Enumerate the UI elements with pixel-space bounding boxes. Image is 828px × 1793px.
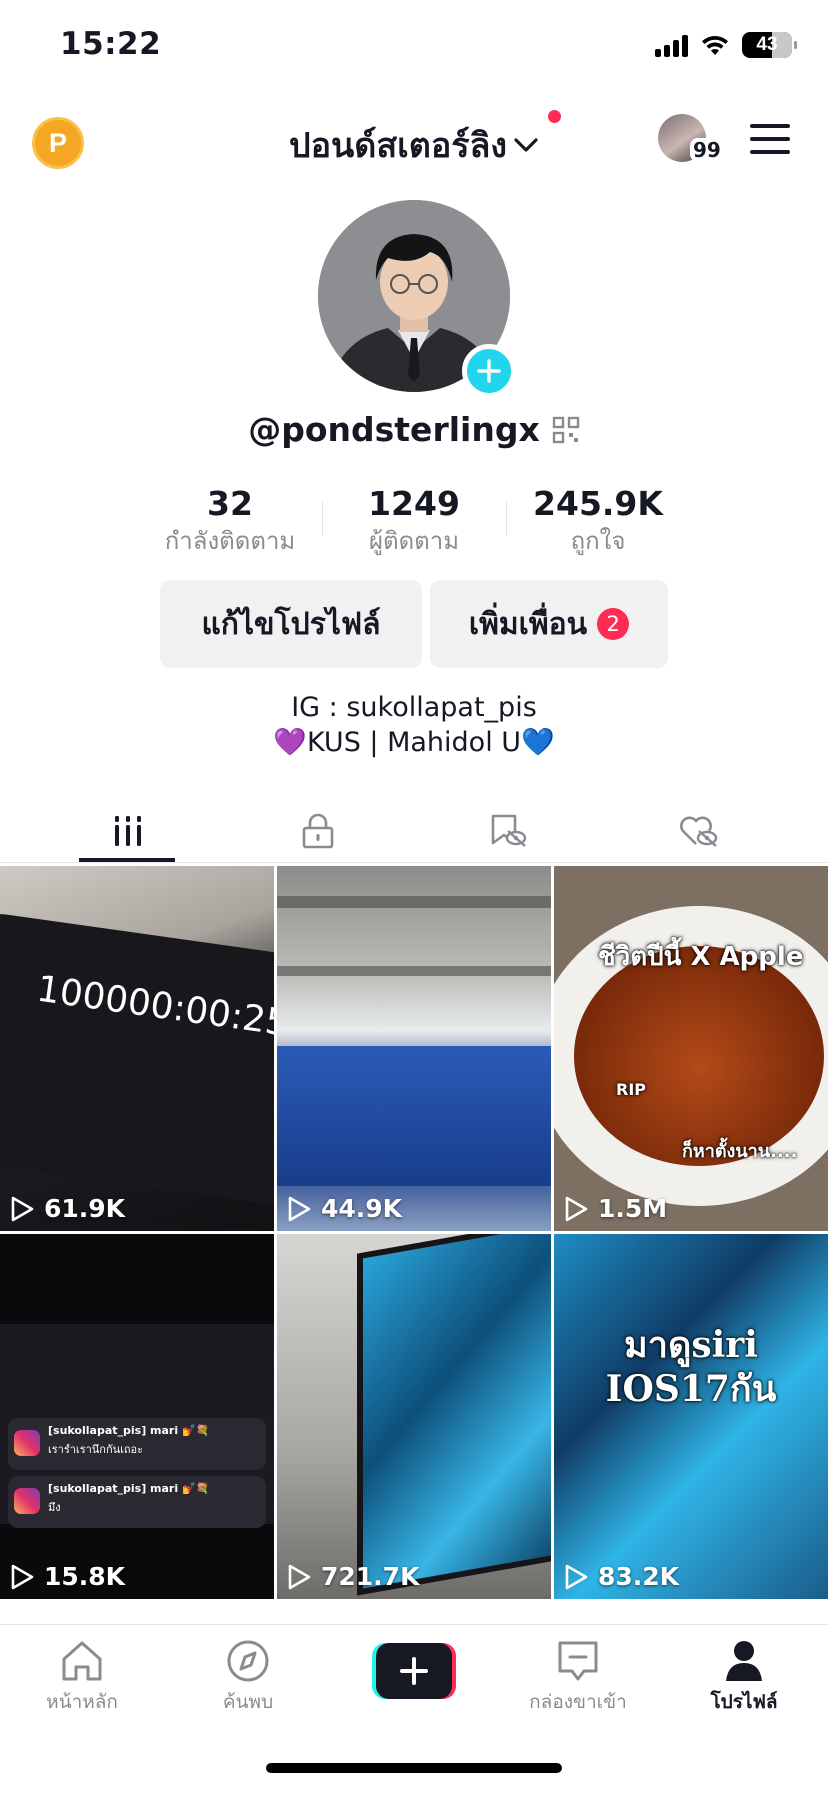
private-lock-icon [302, 813, 333, 849]
profile-person-icon [726, 1641, 762, 1681]
liked-heart-icon [679, 816, 717, 847]
video-views: 83.2K [564, 1562, 679, 1591]
status-time: 15:22 [60, 26, 162, 62]
tab-videos[interactable] [80, 800, 175, 862]
wifi-icon [702, 35, 728, 55]
video-views: 721.7K [287, 1562, 419, 1591]
video-views: 15.8K [10, 1562, 125, 1591]
page-title: ปอนด์สเตอร์ลิง [289, 126, 507, 166]
nav-profile[interactable]: โปรไฟล์ [674, 1639, 814, 1717]
video-overlay-text: [sukollapat_pis] mari 💅💐 [48, 1482, 210, 1495]
qr-code-icon[interactable] [552, 416, 580, 444]
video-views-count: 15.8K [44, 1562, 126, 1591]
nav-discover-label: ค้นพบ [222, 1691, 274, 1713]
likes-label: ถูกใจ [570, 527, 626, 555]
tab-saved[interactable] [460, 800, 555, 862]
bio-line-2: 💜KUS | Mahidol U💙 [273, 727, 555, 758]
play-icon [288, 1564, 311, 1589]
video-overlay-text: IOS17กัน [605, 1368, 777, 1410]
home-icon [62, 1641, 102, 1681]
videos-grid-icon [114, 816, 141, 846]
chevron-down-icon [514, 138, 538, 152]
username-handle: @pondsterlingx [248, 410, 540, 449]
video-overlay-text: ก็หาตั้งนาน.... [682, 1141, 798, 1162]
add-friends-label: เพิ่มเพื่อน [468, 606, 588, 642]
create-button[interactable] [372, 1643, 456, 1699]
status-icons: 43 [655, 32, 797, 58]
video-views-count: 721.7K [321, 1562, 420, 1591]
nav-profile-label: โปรไฟล์ [710, 1691, 778, 1713]
nav-home[interactable]: หน้าหลัก [12, 1639, 152, 1717]
video-tile[interactable]: 721.7K [277, 1234, 551, 1599]
add-friends-button[interactable]: เพิ่มเพื่อน 2 [430, 580, 668, 668]
play-icon [11, 1196, 34, 1221]
video-overlay-text: มึง [48, 1501, 61, 1514]
video-views: 44.9K [287, 1194, 402, 1223]
video-tile[interactable]: 100000:00:25 61.9K [0, 866, 274, 1231]
home-indicator [266, 1763, 562, 1773]
tab-divider [0, 862, 828, 863]
tab-liked[interactable] [650, 800, 745, 862]
video-tile[interactable]: มาดูsiri IOS17กัน 83.2K [554, 1234, 828, 1599]
plus-icon [477, 359, 501, 383]
menu-icon[interactable] [750, 124, 790, 154]
video-views: 1.5M [564, 1194, 667, 1223]
bio-line-1: IG : sukollapat_pis [291, 692, 537, 723]
edit-profile-label: แก้ไขโปรไฟล์ [201, 606, 381, 642]
handle-row: @pondsterlingx [0, 410, 828, 449]
likes-count: 245.9K [533, 484, 663, 523]
video-views-count: 1.5M [598, 1194, 668, 1223]
plus-icon [372, 1643, 456, 1699]
video-tile[interactable]: [sukollapat_pis] mari 💅💐 เรารำเรานึกกันเ… [0, 1234, 274, 1599]
cellular-signal-icon [655, 33, 688, 57]
video-overlay-text: [sukollapat_pis] mari 💅💐 [48, 1424, 210, 1437]
add-friends-badge: 2 [597, 608, 630, 640]
video-overlay-text: RIP [616, 1080, 646, 1099]
video-tile[interactable]: 44.9K [277, 866, 551, 1231]
nav-home-label: หน้าหลัก [46, 1691, 118, 1713]
video-views-count: 83.2K [598, 1562, 680, 1591]
inbox-icon [558, 1641, 598, 1681]
video-views-count: 61.9K [44, 1194, 126, 1223]
nav-inbox[interactable]: กล่องขาเข้า [508, 1639, 648, 1717]
nav-inbox-label: กล่องขาเข้า [529, 1691, 627, 1713]
switch-account-count: 99 [690, 138, 724, 162]
battery-icon: 43 [742, 32, 797, 58]
edit-profile-button[interactable]: แก้ไขโปรไฟล์ [160, 580, 422, 668]
saved-bookmark-icon [491, 814, 526, 847]
play-icon [565, 1564, 588, 1589]
play-icon [288, 1196, 311, 1221]
add-avatar-button[interactable] [462, 344, 516, 398]
video-views-count: 44.9K [321, 1194, 403, 1223]
likes-stat[interactable]: 245.9K ถูกใจ [488, 484, 708, 558]
nav-discover[interactable]: ค้นพบ [178, 1639, 318, 1717]
notification-dot [547, 110, 561, 123]
compass-icon [227, 1640, 269, 1682]
video-overlay-text: ชีวิตปีนี้ X Apple [598, 942, 804, 972]
video-overlay-text: เรารำเรานึกกันเถอะ [48, 1443, 144, 1456]
video-views: 61.9K [10, 1194, 125, 1223]
battery-level: 43 [756, 34, 778, 55]
tab-private[interactable] [270, 800, 365, 862]
video-tile[interactable]: ชีวิตปีนี้ X Apple RIP ก็หาตั้งนาน.... 1… [554, 866, 828, 1231]
play-icon [11, 1564, 34, 1589]
play-icon [565, 1196, 588, 1221]
